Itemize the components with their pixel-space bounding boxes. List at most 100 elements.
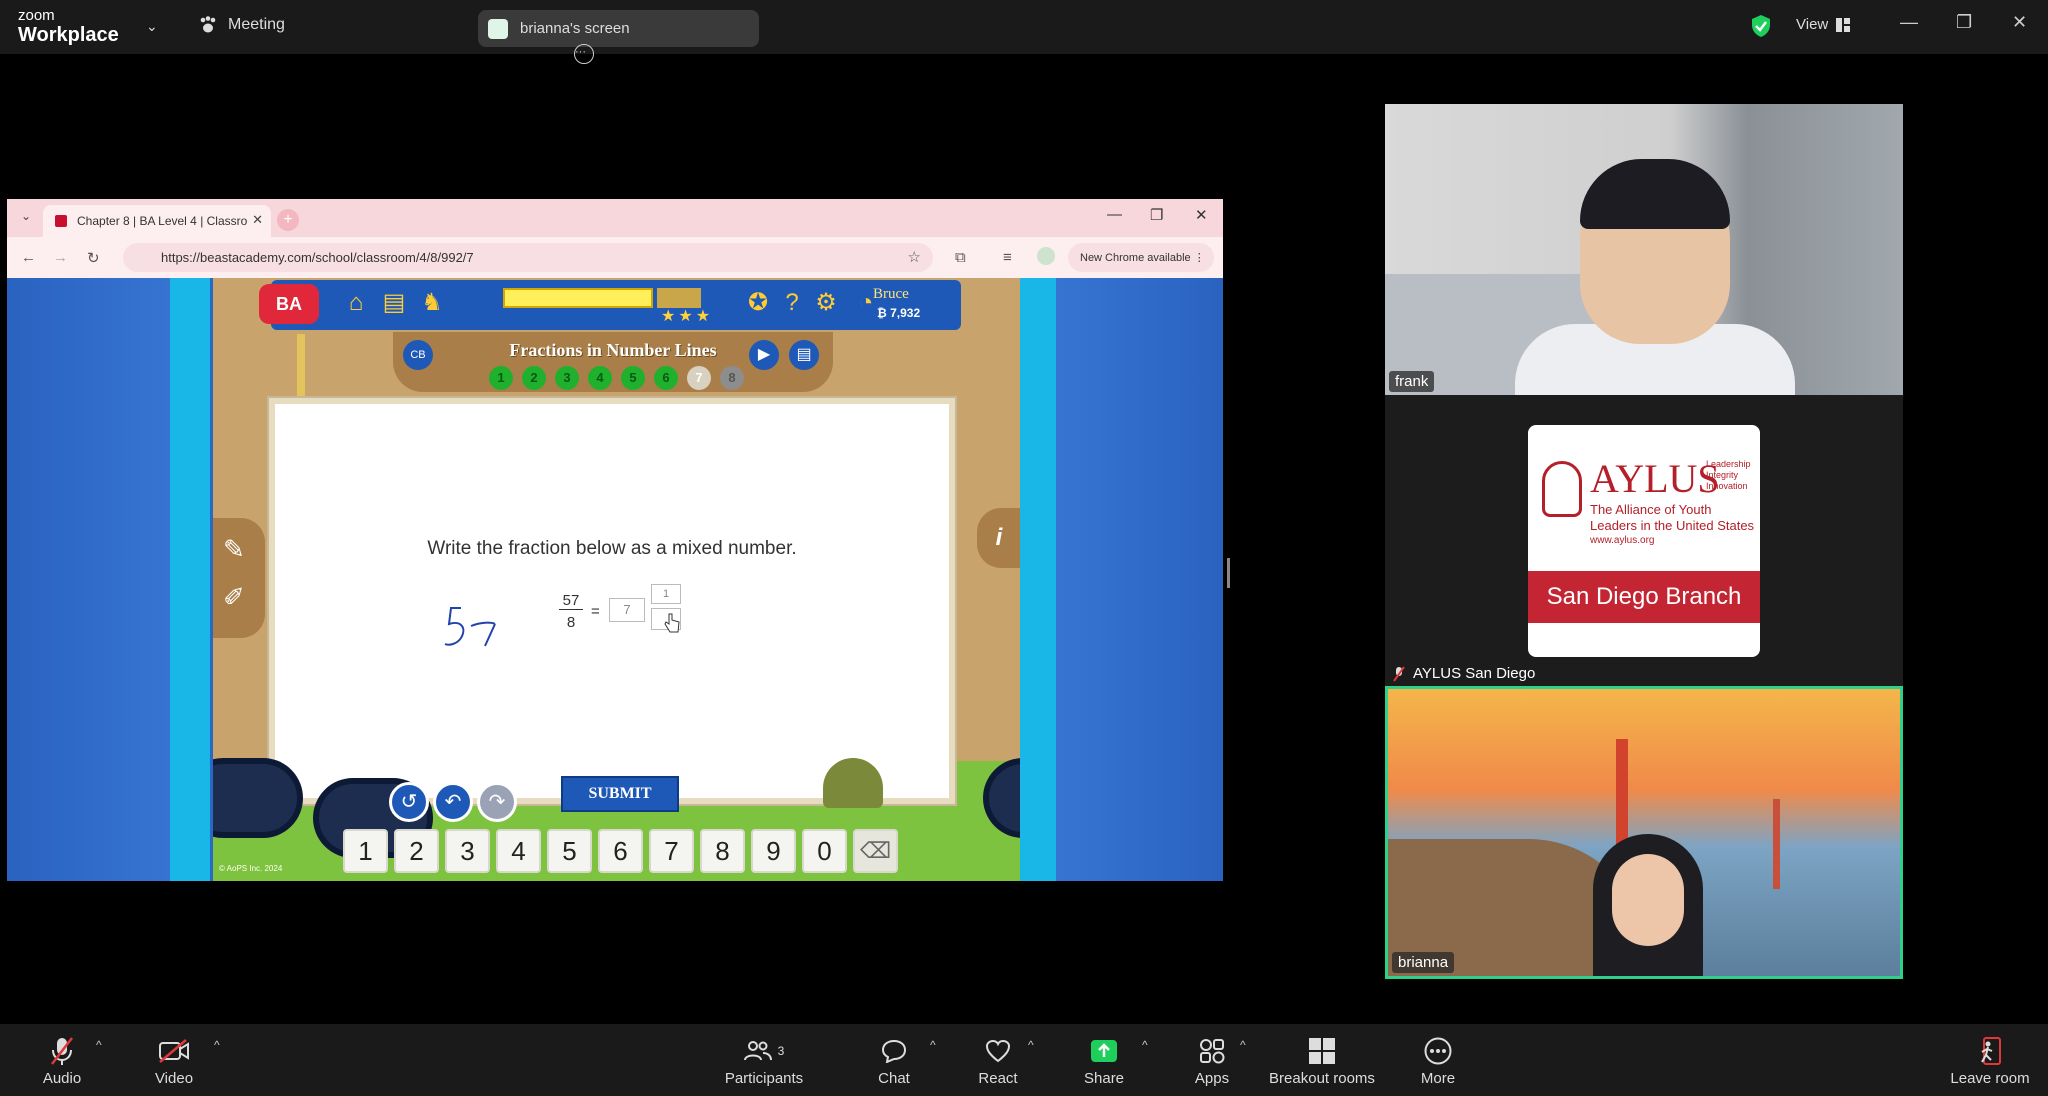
shield-check-icon[interactable] xyxy=(1750,14,1772,38)
url-input[interactable]: https://beastacademy.com/school/classroo… xyxy=(123,243,933,272)
keypad-key[interactable]: 7 xyxy=(649,829,694,873)
home-icon[interactable]: ⌂ xyxy=(341,288,371,318)
view-label: View xyxy=(1796,16,1829,33)
browser-minimize-icon[interactable]: — xyxy=(1107,206,1122,223)
video-person xyxy=(1580,159,1730,229)
ba-logo-button[interactable]: BA xyxy=(259,284,319,324)
browser-tab[interactable]: Chapter 8 | BA Level 4 | Classro ✕ xyxy=(43,205,271,237)
backspace-key-icon[interactable]: ⌫ xyxy=(853,829,898,873)
keypad-key[interactable]: 4 xyxy=(496,829,541,873)
audio-options-caret-icon[interactable]: ^ xyxy=(96,1038,102,1052)
screen-share-indicator-icon xyxy=(488,18,508,39)
back-icon[interactable]: ← xyxy=(21,249,36,266)
keypad-key[interactable]: 1 xyxy=(343,829,388,873)
problem-dot-locked[interactable]: 8 xyxy=(720,366,744,390)
participant-name-brianna: brianna xyxy=(1392,952,1455,973)
react-button[interactable]: React xyxy=(978,1032,1018,1087)
problem-dot[interactable]: 4 xyxy=(588,366,612,390)
new-tab-icon[interactable]: + xyxy=(277,209,299,231)
restore-icon[interactable]: ❐ xyxy=(1956,12,1972,33)
aylus-tagline: Leadership Integrity Innovation xyxy=(1706,459,1751,491)
info-button[interactable]: i xyxy=(977,508,1020,568)
eraser-icon[interactable]: ✐ xyxy=(223,582,245,613)
fraction-numerator: 57 xyxy=(559,592,583,610)
minimize-icon[interactable]: — xyxy=(1900,12,1918,33)
shared-screen-chip[interactable]: brianna's screen ··· xyxy=(478,10,759,64)
problem-dot[interactable]: 5 xyxy=(621,366,645,390)
play-video-icon[interactable]: ▶ xyxy=(749,340,779,370)
participant-video-frank[interactable]: frank xyxy=(1385,104,1903,395)
chrome-update-label: New Chrome available xyxy=(1080,252,1191,264)
share-label: Share xyxy=(1084,1070,1125,1087)
keypad-key[interactable]: 6 xyxy=(598,829,643,873)
problem-dot[interactable]: 2 xyxy=(522,366,546,390)
whole-number-input[interactable]: 7 xyxy=(609,598,645,622)
share-button[interactable]: Share xyxy=(1084,1032,1124,1087)
video-button[interactable]: Video xyxy=(152,1032,196,1087)
keypad-key[interactable]: 2 xyxy=(394,829,439,873)
view-menu[interactable]: View xyxy=(1796,16,1851,33)
apps-button[interactable]: Apps xyxy=(1192,1032,1232,1087)
logo-line-1: zoom xyxy=(18,7,55,24)
close-tab-icon[interactable]: ✕ xyxy=(252,212,263,228)
keypad-key[interactable]: 5 xyxy=(547,829,592,873)
award-icon[interactable]: ✪ xyxy=(743,288,773,318)
aylus-branch: San Diego Branch xyxy=(1528,571,1760,623)
book-icon[interactable]: ▤ xyxy=(379,288,409,318)
more-button[interactable]: More xyxy=(1418,1032,1458,1087)
problem-dot[interactable]: 6 xyxy=(654,366,678,390)
logo-line-2: Workplace xyxy=(18,24,119,46)
numerator-input[interactable]: 1 xyxy=(651,584,681,604)
participants-count: 3 xyxy=(777,1044,785,1058)
media-icon[interactable]: ≡ xyxy=(1003,249,1012,266)
more-options-icon[interactable]: ··· xyxy=(574,44,594,64)
participant-tile-aylus[interactable]: AYLUS Leadership Integrity Innovation Th… xyxy=(1385,395,1903,686)
chat-button[interactable]: Chat xyxy=(876,1032,912,1087)
problem-dot[interactable]: 1 xyxy=(489,366,513,390)
help-icon[interactable]: ? xyxy=(777,288,807,318)
problem-dot-current[interactable]: 7 xyxy=(687,366,711,390)
coin-count: ₿ 7,932 xyxy=(877,306,921,320)
chat-options-caret-icon[interactable]: ^ xyxy=(930,1038,936,1052)
bookmark-star-icon[interactable]: ☆ xyxy=(908,248,921,266)
profile-avatar[interactable] xyxy=(1037,247,1055,265)
question-text: Write the fraction below as a mixed numb… xyxy=(427,538,797,559)
resize-handle[interactable] xyxy=(1227,558,1230,588)
video-options-caret-icon[interactable]: ^ xyxy=(214,1038,220,1052)
player-name[interactable]: Bruce xyxy=(873,286,909,303)
zoom-workplace-logo[interactable]: zoom Workplace xyxy=(18,8,119,45)
forward-icon[interactable]: → xyxy=(53,249,68,266)
keypad-key[interactable]: 9 xyxy=(751,829,796,873)
browser-restore-icon[interactable]: ❐ xyxy=(1150,206,1163,224)
character-icon[interactable]: ♞ xyxy=(417,288,447,318)
browser-close-icon[interactable]: ✕ xyxy=(1195,206,1208,224)
undo-icon[interactable]: ↶ xyxy=(433,782,473,822)
leave-room-button[interactable]: Leave room xyxy=(1950,1032,2030,1087)
close-icon[interactable]: ✕ xyxy=(2012,12,2027,33)
settings-gear-icon[interactable]: ⚙ xyxy=(811,288,841,318)
breakout-rooms-button[interactable]: Breakout rooms xyxy=(1268,1032,1376,1087)
apps-label: Apps xyxy=(1194,1070,1230,1087)
chevron-down-icon[interactable]: ⌄ xyxy=(146,18,158,35)
chrome-update-button[interactable]: New Chrome available ⋮ xyxy=(1068,243,1214,272)
pencil-icon[interactable]: ✎ xyxy=(223,534,245,565)
react-options-caret-icon[interactable]: ^ xyxy=(1028,1038,1034,1052)
guide-book-icon[interactable]: ▤ xyxy=(789,340,819,370)
react-label: React xyxy=(978,1070,1018,1087)
problem-dot[interactable]: 3 xyxy=(555,366,579,390)
reset-icon[interactable]: ↺ xyxy=(389,782,429,822)
audio-button[interactable]: Audio xyxy=(40,1032,84,1087)
tab-list-chevron-icon[interactable]: ⌄ xyxy=(21,209,31,223)
keypad-key[interactable]: 0 xyxy=(802,829,847,873)
share-options-caret-icon[interactable]: ^ xyxy=(1142,1038,1148,1052)
extensions-icon[interactable]: ⧉ xyxy=(955,249,966,266)
meeting-menu[interactable]: Meeting xyxy=(198,16,285,34)
submit-button[interactable]: SUBMIT xyxy=(561,776,679,812)
redo-icon[interactable]: ↷ xyxy=(477,782,517,822)
keypad-key[interactable]: 3 xyxy=(445,829,490,873)
participant-video-brianna[interactable]: brianna xyxy=(1385,686,1903,979)
keypad-key[interactable]: 8 xyxy=(700,829,745,873)
reload-icon[interactable]: ↻ xyxy=(87,249,100,267)
apps-options-caret-icon[interactable]: ^ xyxy=(1240,1038,1246,1052)
participants-button[interactable]: 3 Participants xyxy=(722,1032,806,1087)
